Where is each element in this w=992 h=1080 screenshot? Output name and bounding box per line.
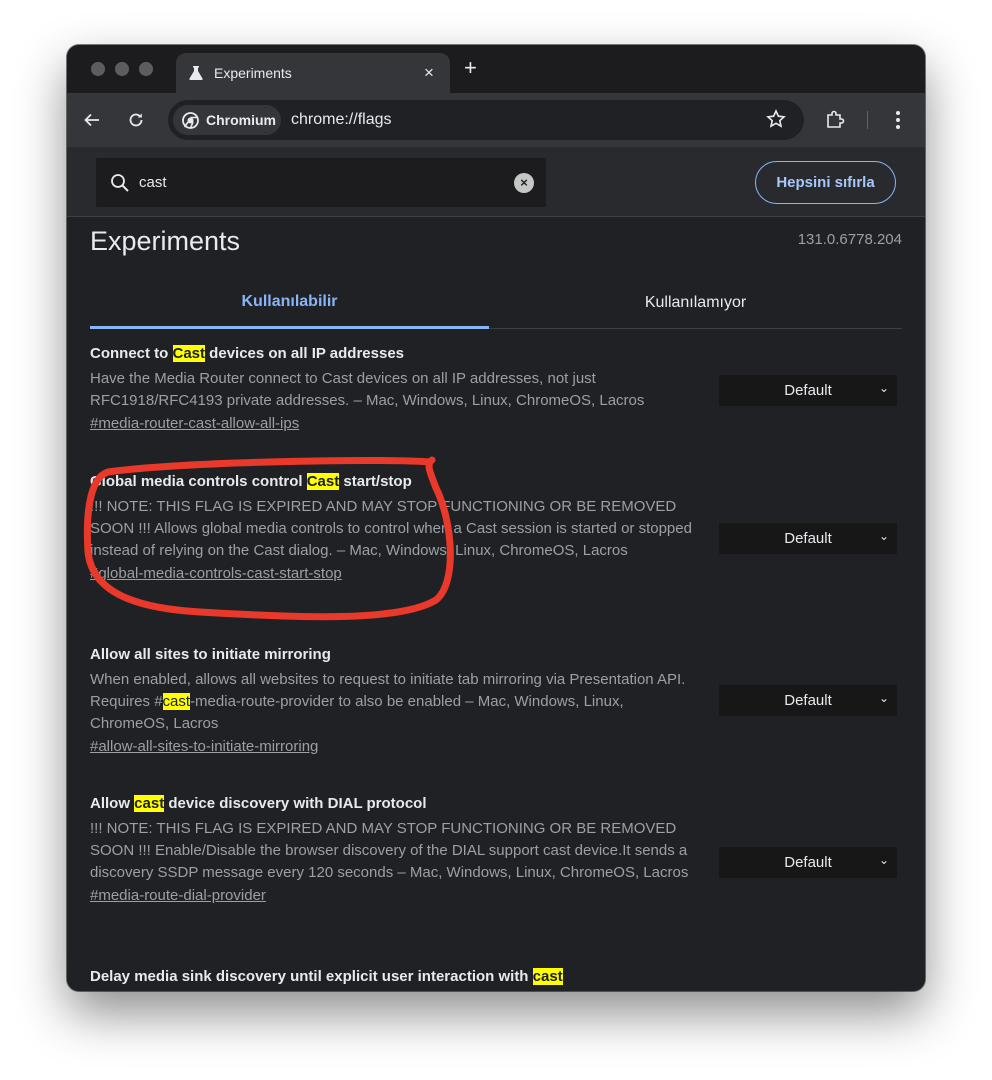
chevron-down-icon: ⌄: [878, 381, 889, 395]
version-label: 131.0.6778.204: [797, 231, 902, 248]
chip-label: Chromium: [206, 112, 276, 128]
experiment-link[interactable]: #media-route-dial-provider: [90, 887, 266, 904]
tab-experiments[interactable]: Experiments ×: [176, 53, 450, 93]
experiment-name: Connect to Cast devices on all IP addres…: [90, 345, 405, 362]
experiment-name: Delay media sink discovery until explici…: [90, 968, 563, 985]
chromium-icon: [182, 111, 199, 129]
toolbar-separator: [867, 111, 868, 129]
tab-available[interactable]: Kullanılabilir: [90, 277, 489, 329]
clear-icon[interactable]: ×: [514, 172, 534, 193]
experiment-description: When enabled, allows all websites to req…: [90, 671, 686, 732]
chromium-chip[interactable]: Chromium: [173, 105, 281, 135]
experiment-item: Allow cast device discovery with DIAL pr…: [90, 795, 902, 940]
search-icon: [111, 173, 129, 192]
back-arrow-icon[interactable]: [83, 111, 101, 129]
experiment-link[interactable]: #allow-all-sites-to-initiate-mirroring: [90, 738, 318, 755]
experiment-description: !!! NOTE: THIS FLAG IS EXPIRED AND MAY S…: [90, 820, 689, 881]
tab-close-icon[interactable]: ×: [420, 63, 438, 83]
chevron-down-icon: ⌄: [878, 529, 889, 543]
flags-page: cast × Hepsini sıfırla Experiments 131.0…: [67, 147, 925, 991]
experiment-link[interactable]: #media-router-cast-allow-all-ips: [90, 415, 299, 432]
experiment-select[interactable]: Default ⌄: [719, 375, 897, 406]
flags-tabs: Kullanılabilir Kullanılamıyor: [90, 277, 902, 329]
experiment-item: Allow all sites to initiate mirroring Wh…: [90, 646, 902, 766]
address-bar[interactable]: Chromium chrome://flags: [168, 100, 804, 140]
window-zoom-dot[interactable]: [139, 62, 153, 76]
reset-all-button[interactable]: Hepsini sıfırla: [755, 161, 896, 204]
page-title: Experiments: [90, 226, 241, 256]
chevron-down-icon: ⌄: [878, 691, 889, 705]
kebab-menu-icon[interactable]: [895, 110, 901, 130]
puzzle-icon[interactable]: [825, 109, 845, 129]
experiment-item: Delay media sink discovery until explici…: [90, 968, 902, 991]
flask-icon: [189, 66, 203, 80]
search-box[interactable]: cast ×: [96, 158, 546, 207]
experiment-name: Allow cast device discovery with DIAL pr…: [90, 795, 427, 812]
experiment-description: !!! NOTE: THIS FLAG IS EXPIRED AND MAY S…: [90, 498, 692, 559]
reload-icon[interactable]: [127, 111, 145, 129]
tab-strip: Experiments × +: [67, 45, 925, 93]
experiment-name: Global media controls control Cast start…: [90, 473, 412, 490]
experiment-item: Connect to Cast devices on all IP addres…: [90, 345, 902, 445]
chevron-down-icon: ⌄: [878, 853, 889, 867]
new-tab-button[interactable]: +: [464, 55, 477, 81]
experiment-item: Global media controls control Cast start…: [90, 473, 902, 623]
search-input[interactable]: cast: [139, 174, 514, 191]
flags-header: cast × Hepsini sıfırla: [67, 147, 925, 217]
experiment-select[interactable]: Default ⌄: [719, 523, 897, 554]
window-minimize-dot[interactable]: [115, 62, 129, 76]
toolbar: Chromium chrome://flags: [67, 93, 925, 147]
tab-title: Experiments: [214, 65, 292, 81]
experiment-name: Allow all sites to initiate mirroring: [90, 646, 331, 663]
experiment-select[interactable]: Default ⌄: [719, 685, 897, 716]
window-close-dot[interactable]: [91, 62, 105, 76]
browser-window: Experiments × + Chromium chrome://flags: [67, 45, 925, 991]
url-text[interactable]: chrome://flags: [291, 111, 391, 129]
star-icon[interactable]: [766, 109, 786, 129]
experiment-link[interactable]: #global-media-controls-cast-start-stop: [90, 565, 342, 582]
tab-unavailable[interactable]: Kullanılamıyor: [496, 277, 895, 329]
experiment-select[interactable]: Default ⌄: [719, 847, 897, 878]
experiment-description: Have the Media Router connect to Cast de…: [90, 370, 645, 409]
